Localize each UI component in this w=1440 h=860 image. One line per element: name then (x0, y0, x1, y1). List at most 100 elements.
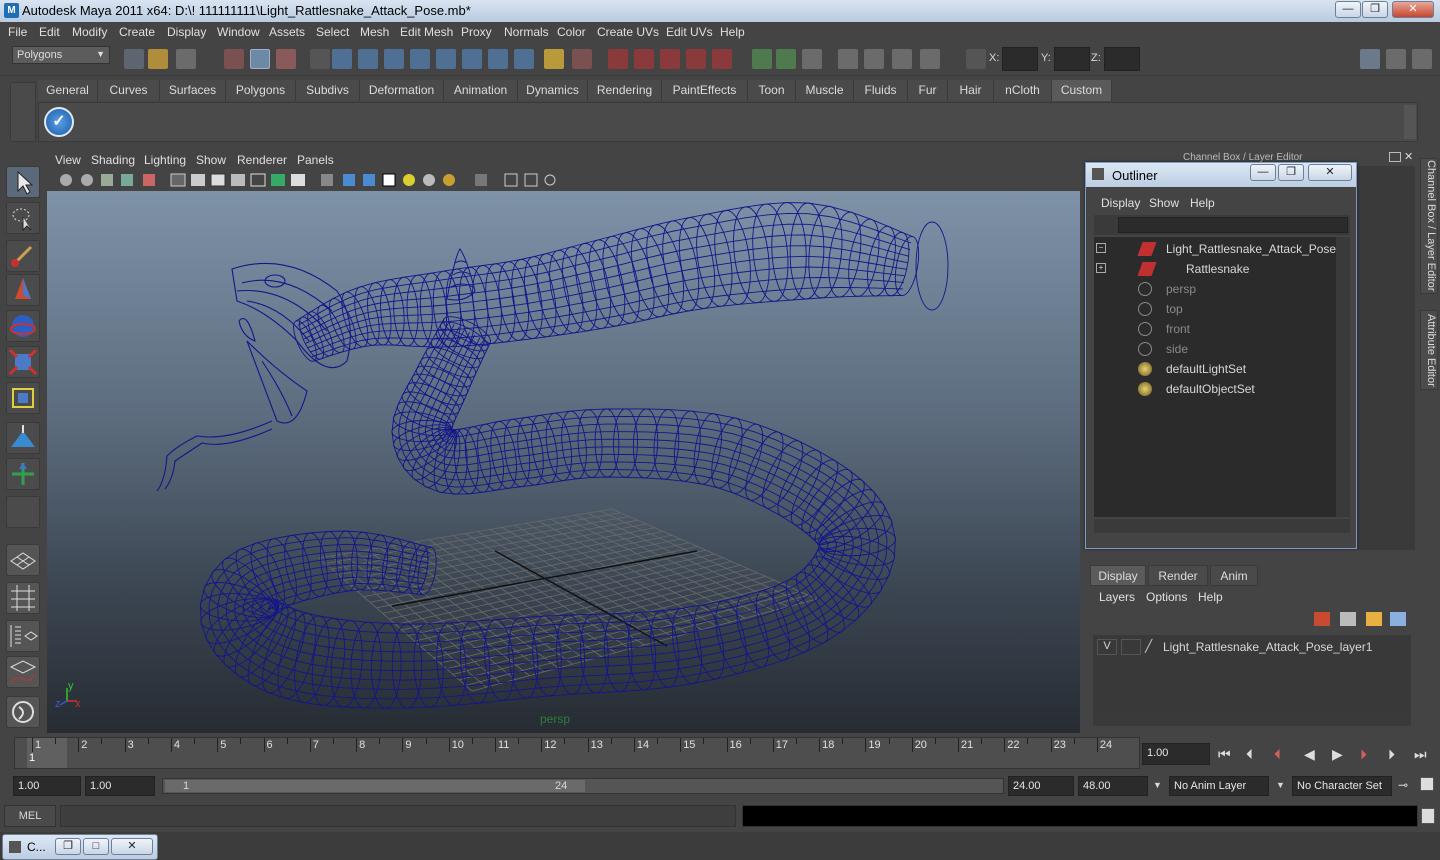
isolate-select-icon[interactable] (321, 174, 333, 186)
outliner-menu-show[interactable]: Show (1149, 196, 1179, 210)
tab-muscle[interactable]: Muscle (796, 80, 854, 101)
menu-edit-mesh[interactable]: Edit Mesh (400, 25, 453, 39)
minimized-restore-button[interactable]: ❐ (55, 838, 81, 855)
minimized-window[interactable]: C... ❐ □ ✕ (2, 834, 158, 860)
checker-icon[interactable] (382, 173, 396, 187)
xray-icon[interactable] (271, 174, 285, 186)
outliner-vertical-scrollbar[interactable] (1336, 237, 1350, 517)
menuset-selector[interactable]: Polygons ▼ (12, 46, 110, 64)
snap-curve-icon[interactable] (358, 49, 378, 69)
perspective-viewport[interactable]: y x z persp (47, 191, 1080, 733)
layer-menu-layers[interactable]: Layers (1099, 590, 1135, 604)
persp-graph-layout-icon[interactable] (6, 656, 40, 688)
hypershade-layout-icon[interactable] (6, 696, 40, 728)
tab-polygons[interactable]: Polygons (226, 80, 296, 101)
tab-fluids[interactable]: Fluids (854, 80, 908, 101)
tab-painteffects[interactable]: PaintEffects (662, 80, 748, 101)
resolution-gate-icon[interactable] (475, 174, 487, 186)
layer-row[interactable]: V ╱ Light_Rattlesnake_Attack_Pose_layer1 (1097, 639, 1407, 657)
menu-modify[interactable]: Modify (72, 25, 107, 39)
range-slider-track[interactable]: 1 24 (162, 778, 1004, 794)
tab-fur[interactable]: Fur (908, 80, 948, 101)
step-back-frame-icon[interactable]: ⏴ (1246, 746, 1253, 763)
anim-prefs-icon[interactable] (1420, 777, 1434, 791)
list-item[interactable]: top (1094, 299, 1334, 319)
snap-live-icon[interactable] (488, 49, 508, 69)
close-button[interactable]: ✕ (1392, 1, 1434, 18)
move-tool-icon[interactable] (6, 274, 40, 306)
list-item[interactable]: persp (1094, 279, 1334, 299)
menu-edit-uvs[interactable]: Edit UVs (666, 25, 713, 39)
layer-menu-options[interactable]: Options (1146, 590, 1187, 604)
tab-hair[interactable]: Hair (948, 80, 994, 101)
outliner-menu-help[interactable]: Help (1190, 196, 1215, 210)
tab-curves[interactable]: Curves (98, 80, 160, 101)
outliner-horizontal-scrollbar[interactable] (1094, 519, 1350, 533)
tool-settings-toggle-icon[interactable] (1386, 49, 1406, 69)
show-hide-attribute-icon[interactable] (1360, 49, 1380, 69)
animation-end-field[interactable]: 48.00 (1078, 776, 1148, 796)
tab-attribute-editor[interactable]: Attribute Editor (1420, 310, 1438, 390)
new-scene-icon[interactable] (124, 49, 144, 69)
tab-dynamics[interactable]: Dynamics (518, 80, 588, 101)
attribute-icon[interactable] (920, 49, 940, 69)
go-to-start-icon[interactable]: ⏮ (1218, 746, 1231, 763)
tab-channel-box[interactable]: Channel Box / Layer Editor (1420, 158, 1438, 294)
script-type-button[interactable]: MEL (4, 805, 56, 827)
z-field[interactable] (1104, 47, 1140, 71)
move-layer-down-icon[interactable] (1340, 612, 1356, 626)
lock-icon[interactable] (544, 49, 564, 69)
y-field[interactable] (1054, 47, 1090, 71)
tab-animation[interactable]: Animation (444, 80, 518, 101)
menu-normals[interactable]: Normals (504, 25, 549, 39)
panel-menu-shading[interactable]: Shading (91, 153, 135, 167)
tab-render-layers[interactable]: Render (1148, 565, 1208, 586)
last-tool-icon[interactable] (6, 496, 40, 528)
tab-toon[interactable]: Toon (748, 80, 796, 101)
menu-create[interactable]: Create (119, 25, 155, 39)
playback-end-field[interactable]: 24.00 (1008, 776, 1074, 796)
outliner-search-input[interactable] (1118, 217, 1348, 233)
channel-box-float-icon[interactable] (1389, 152, 1401, 162)
menu-create-uvs[interactable]: Create UVs (597, 25, 659, 39)
flat-shade-icon[interactable] (231, 174, 245, 186)
construction-history-icon[interactable] (660, 49, 680, 69)
render-current-icon[interactable] (686, 49, 706, 69)
persp-outliner-layout-icon[interactable] (6, 620, 40, 652)
menu-edit[interactable]: Edit (39, 25, 60, 39)
select-set-icon[interactable] (572, 49, 592, 69)
go-to-end-icon[interactable]: ⏭ (1414, 746, 1427, 763)
menu-window[interactable]: Window (217, 25, 260, 39)
tab-surfaces[interactable]: Surfaces (160, 80, 226, 101)
select-object-icon[interactable] (250, 49, 270, 69)
chevron-down-icon[interactable]: ▼ (1153, 780, 1162, 790)
transform-input-icon[interactable] (966, 49, 986, 69)
move-layer-up-icon[interactable] (1314, 612, 1330, 626)
paint-select-tool-icon[interactable] (6, 240, 40, 272)
new-layer-selected-icon[interactable] (1390, 612, 1406, 626)
snap-view-icon[interactable] (462, 49, 482, 69)
tab-custom[interactable]: Custom (1052, 80, 1112, 101)
save-scene-icon[interactable] (176, 49, 196, 69)
use-all-lights-icon[interactable] (363, 174, 375, 186)
layer-visibility-toggle[interactable]: V (1097, 639, 1117, 655)
share-icon[interactable] (544, 174, 556, 186)
input-output-icon[interactable] (634, 49, 654, 69)
snake-rattle-wireframe[interactable] (446, 248, 476, 301)
render-settings-icon[interactable] (752, 49, 772, 69)
four-view-layout-icon[interactable] (6, 582, 40, 614)
menu-display[interactable]: Display (167, 25, 206, 39)
outliner-menu-display[interactable]: Display (1101, 196, 1140, 210)
light-yellow-icon[interactable] (403, 174, 415, 186)
minimized-close-button[interactable]: ✕ (111, 838, 153, 855)
ipr-render-icon[interactable] (712, 49, 732, 69)
character-set-selector[interactable]: No Character Set (1292, 776, 1392, 796)
textured-icon[interactable] (291, 174, 305, 186)
minimize-button[interactable]: — (1335, 1, 1361, 18)
tab-anim-layers[interactable]: Anim (1210, 565, 1258, 586)
shelf-scroll[interactable] (1404, 105, 1416, 139)
smooth-shade-wire-icon[interactable] (210, 173, 226, 187)
single-perspective-layout-icon[interactable] (6, 544, 40, 576)
new-layer-icon[interactable] (1366, 612, 1382, 626)
menu-select[interactable]: Select (316, 25, 349, 39)
